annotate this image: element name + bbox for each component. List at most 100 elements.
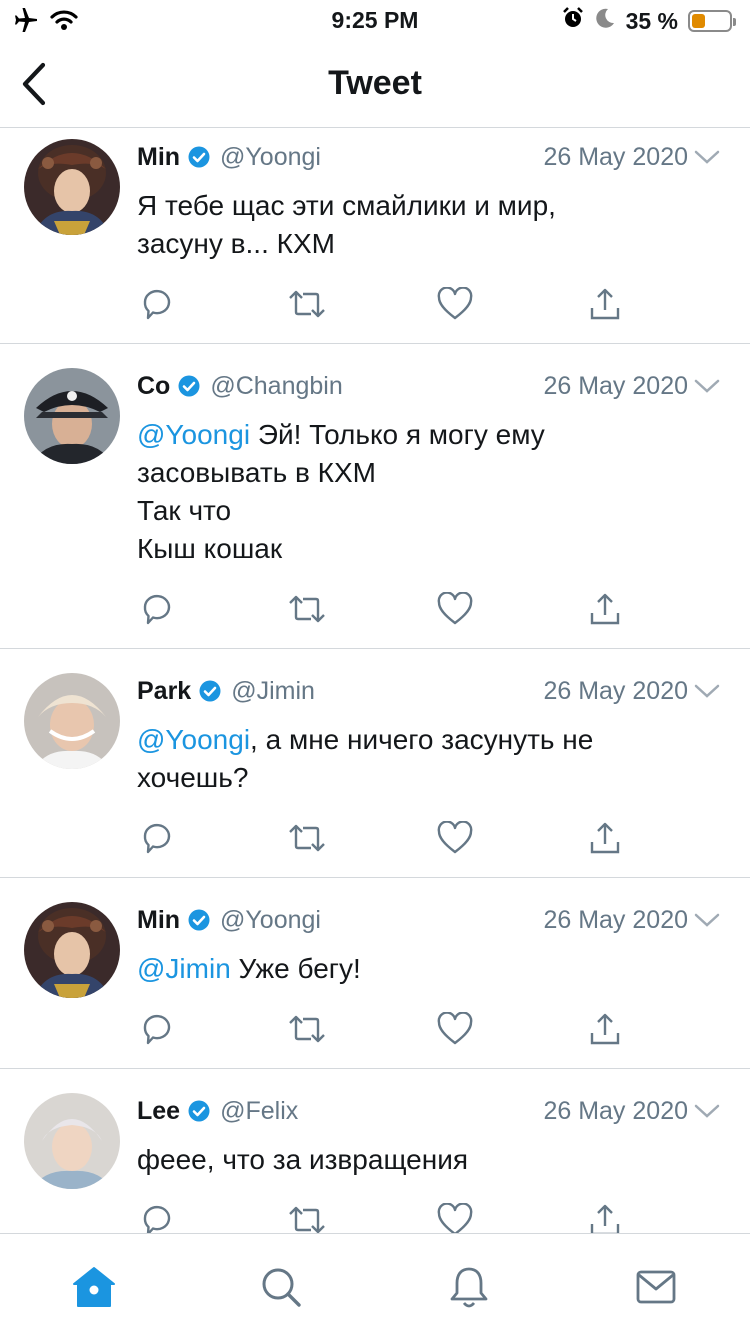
reply-button[interactable] (137, 818, 177, 858)
tweet-text: @Yoongi Эй! Только я могу ему засовывать… (137, 416, 710, 568)
retweet-button[interactable] (287, 284, 327, 324)
tweet-header: Min @Yoongi 26 May 2020 (137, 904, 720, 936)
tweet-header: Lee @Felix 26 May 2020 (137, 1095, 720, 1127)
display-name[interactable]: Co (137, 372, 170, 401)
retweet-icon (289, 595, 325, 623)
retweet-button[interactable] (287, 818, 327, 858)
tweet-line-text: феее, что за извращения (137, 1144, 469, 1175)
tab-messages[interactable] (633, 1264, 679, 1310)
avatar[interactable] (24, 368, 120, 464)
status-bar: 9:25 PM 35 % (0, 0, 750, 40)
tweet[interactable]: Park @Jimin 26 May 2020 @Yoongi, а мне н… (0, 649, 750, 878)
tweet[interactable]: Co @Changbin 26 May 2020 @Yoongi Эй! Тол… (0, 344, 750, 649)
like-button[interactable] (435, 818, 475, 858)
share-button[interactable] (585, 1200, 625, 1233)
tweet-actions (137, 1009, 637, 1049)
tweet-text: феее, что за извращения (137, 1141, 710, 1179)
display-name[interactable]: Lee (137, 1097, 180, 1126)
mention-link[interactable]: @Jimin (137, 953, 231, 984)
tweet-line: Так что (137, 492, 710, 530)
like-icon (437, 592, 473, 625)
mention-link[interactable]: @Yoongi (137, 724, 250, 755)
verified-badge-icon (199, 680, 221, 702)
like-icon (437, 821, 473, 854)
chevron-down-icon[interactable] (694, 681, 720, 701)
share-button[interactable] (585, 589, 625, 629)
tweet-date: 26 May 2020 (543, 371, 688, 400)
reply-icon (143, 595, 171, 625)
username[interactable]: @Jimin (231, 677, 315, 706)
like-button[interactable] (435, 1009, 475, 1049)
like-button[interactable] (435, 589, 475, 629)
retweet-icon (289, 824, 325, 852)
retweet-button[interactable] (287, 1200, 327, 1233)
tweet[interactable]: Min @Yoongi 26 May 2020 @Jimin Уже бегу! (0, 878, 750, 1069)
retweet-icon (289, 1206, 325, 1233)
alarm-icon (562, 7, 584, 35)
like-button[interactable] (435, 1200, 475, 1233)
tweet-line-text: , а мне ничего засунуть не (250, 724, 594, 755)
chevron-down-icon[interactable] (694, 147, 720, 167)
share-icon (590, 593, 620, 625)
tweet-date: 26 May 2020 (543, 1096, 688, 1125)
tweet-feed[interactable]: Min @Yoongi 26 May 2020 Я тебе щас эти с… (0, 129, 750, 1233)
tweet-line: засуну в... КХМ (137, 225, 710, 263)
tweet-line-text: засуну в... КХМ (137, 228, 335, 259)
tweet-date: 26 May 2020 (543, 142, 688, 171)
chevron-down-icon[interactable] (694, 376, 720, 396)
retweet-button[interactable] (287, 589, 327, 629)
chevron-down-icon[interactable] (694, 1101, 720, 1121)
search-icon (262, 1268, 301, 1307)
display-name[interactable]: Park (137, 677, 191, 706)
share-icon (590, 288, 620, 320)
tab-notifications[interactable] (446, 1264, 492, 1310)
share-button[interactable] (585, 818, 625, 858)
tweet-line-text: засовывать в КХМ (137, 457, 376, 488)
display-name[interactable]: Min (137, 143, 180, 172)
share-icon (590, 1013, 620, 1045)
tweet-actions (137, 818, 637, 858)
reply-button[interactable] (137, 284, 177, 324)
tweet-text: Я тебе щас эти смайлики и мир, засуну в.… (137, 187, 710, 263)
messages-icon (636, 1270, 676, 1304)
tweet[interactable]: Lee @Felix 26 May 2020 феее, что за извр… (0, 1069, 750, 1233)
avatar[interactable] (24, 902, 120, 998)
tweet-header: Park @Jimin 26 May 2020 (137, 675, 720, 707)
mention-link[interactable]: @Yoongi (137, 419, 250, 450)
reply-button[interactable] (137, 1009, 177, 1049)
retweet-icon (289, 290, 325, 318)
avatar[interactable] (24, 673, 120, 769)
tweet[interactable]: Min @Yoongi 26 May 2020 Я тебе щас эти с… (0, 129, 750, 344)
display-name[interactable]: Min (137, 906, 180, 935)
username[interactable]: @Yoongi (220, 906, 321, 935)
nav-bar: Tweet (0, 40, 750, 128)
tab-search[interactable] (258, 1264, 304, 1310)
avatar[interactable] (24, 139, 120, 235)
tweet-line: @Yoongi, а мне ничего засунуть не (137, 721, 710, 759)
tweet-line: @Jimin Уже бегу! (137, 950, 710, 988)
tweet-line-text: хочешь? (137, 762, 249, 793)
share-button[interactable] (585, 284, 625, 324)
chevron-down-icon[interactable] (694, 910, 720, 930)
retweet-button[interactable] (287, 1009, 327, 1049)
like-icon (437, 287, 473, 320)
tweet-header: Min @Yoongi 26 May 2020 (137, 141, 720, 173)
tweet-actions (137, 589, 637, 629)
like-button[interactable] (435, 284, 475, 324)
tab-home[interactable] (71, 1264, 117, 1310)
tweet-actions (137, 1200, 637, 1233)
battery-level (692, 14, 705, 28)
tweet-line-text: Уже бегу! (230, 953, 361, 984)
reply-button[interactable] (137, 589, 177, 629)
username[interactable]: @Felix (220, 1097, 298, 1126)
battery-percent: 35 % (625, 7, 678, 34)
username[interactable]: @Changbin (210, 372, 342, 401)
reply-button[interactable] (137, 1200, 177, 1233)
tweet-line: феее, что за извращения (137, 1141, 710, 1179)
avatar[interactable] (24, 1093, 120, 1189)
page-title: Tweet (328, 64, 422, 102)
share-button[interactable] (585, 1009, 625, 1049)
tweet-date: 26 May 2020 (543, 905, 688, 934)
tweet-line-text: Кыш кошак (137, 533, 283, 564)
username[interactable]: @Yoongi (220, 143, 321, 172)
